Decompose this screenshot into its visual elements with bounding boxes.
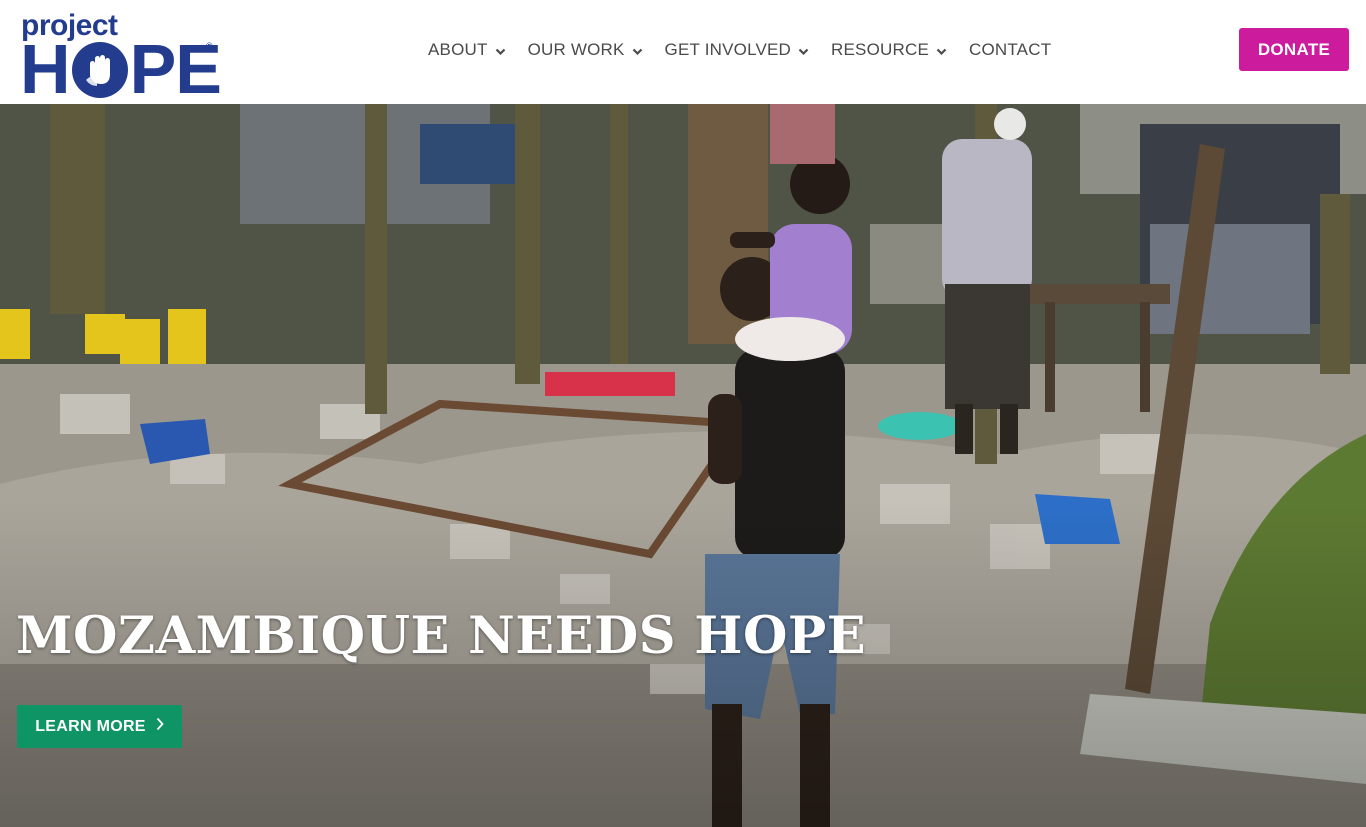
nav-item-label: CONTACT — [968, 40, 1052, 59]
hero-title: MOZAMBIQUE NEEDS HOPE — [16, 606, 867, 666]
learn-more-button[interactable]: LEARN MORE — [17, 705, 182, 748]
hero-banner: MOZAMBIQUE NEEDS HOPE LEARN MORE — [0, 104, 1366, 827]
logo-registered-mark: ® — [206, 41, 213, 51]
nav-item-label: ABOUT — [428, 40, 488, 59]
chevron-down-icon — [632, 41, 643, 61]
nav-item-contact[interactable]: CONTACT — [969, 40, 1051, 60]
nav-item-label: RESOURCE — [831, 40, 929, 59]
logo-hand-icon — [71, 42, 128, 98]
project-hope-logo[interactable]: project H PE ® — [20, 10, 222, 105]
nav-item-label: GET INVOLVED — [664, 40, 792, 59]
chevron-down-icon — [798, 41, 809, 61]
chevron-down-icon — [495, 41, 506, 61]
nav-item-about[interactable]: ABOUT — [428, 40, 506, 61]
hero-gradient-overlay — [0, 104, 1366, 827]
nav-item-resource[interactable]: RESOURCE — [831, 40, 947, 61]
logo-hope-wordmark: H PE — [20, 30, 222, 108]
nav-item-our-work[interactable]: OUR WORK — [528, 40, 643, 61]
donate-button[interactable]: DONATE — [1239, 28, 1349, 71]
logo-h-letter: H — [20, 30, 71, 108]
main-nav: ABOUT OUR WORK GET INVOLVED RESOURCE CON… — [428, 36, 1073, 64]
nav-item-get-involved[interactable]: GET INVOLVED — [665, 40, 809, 61]
chevron-down-icon — [936, 41, 947, 61]
nav-item-label: OUR WORK — [527, 40, 625, 59]
learn-more-label: LEARN MORE — [35, 717, 146, 735]
site-header: project H PE ® ABOUT OUR WORK GET INVOLV… — [0, 0, 1366, 104]
chevron-right-icon — [156, 717, 164, 736]
